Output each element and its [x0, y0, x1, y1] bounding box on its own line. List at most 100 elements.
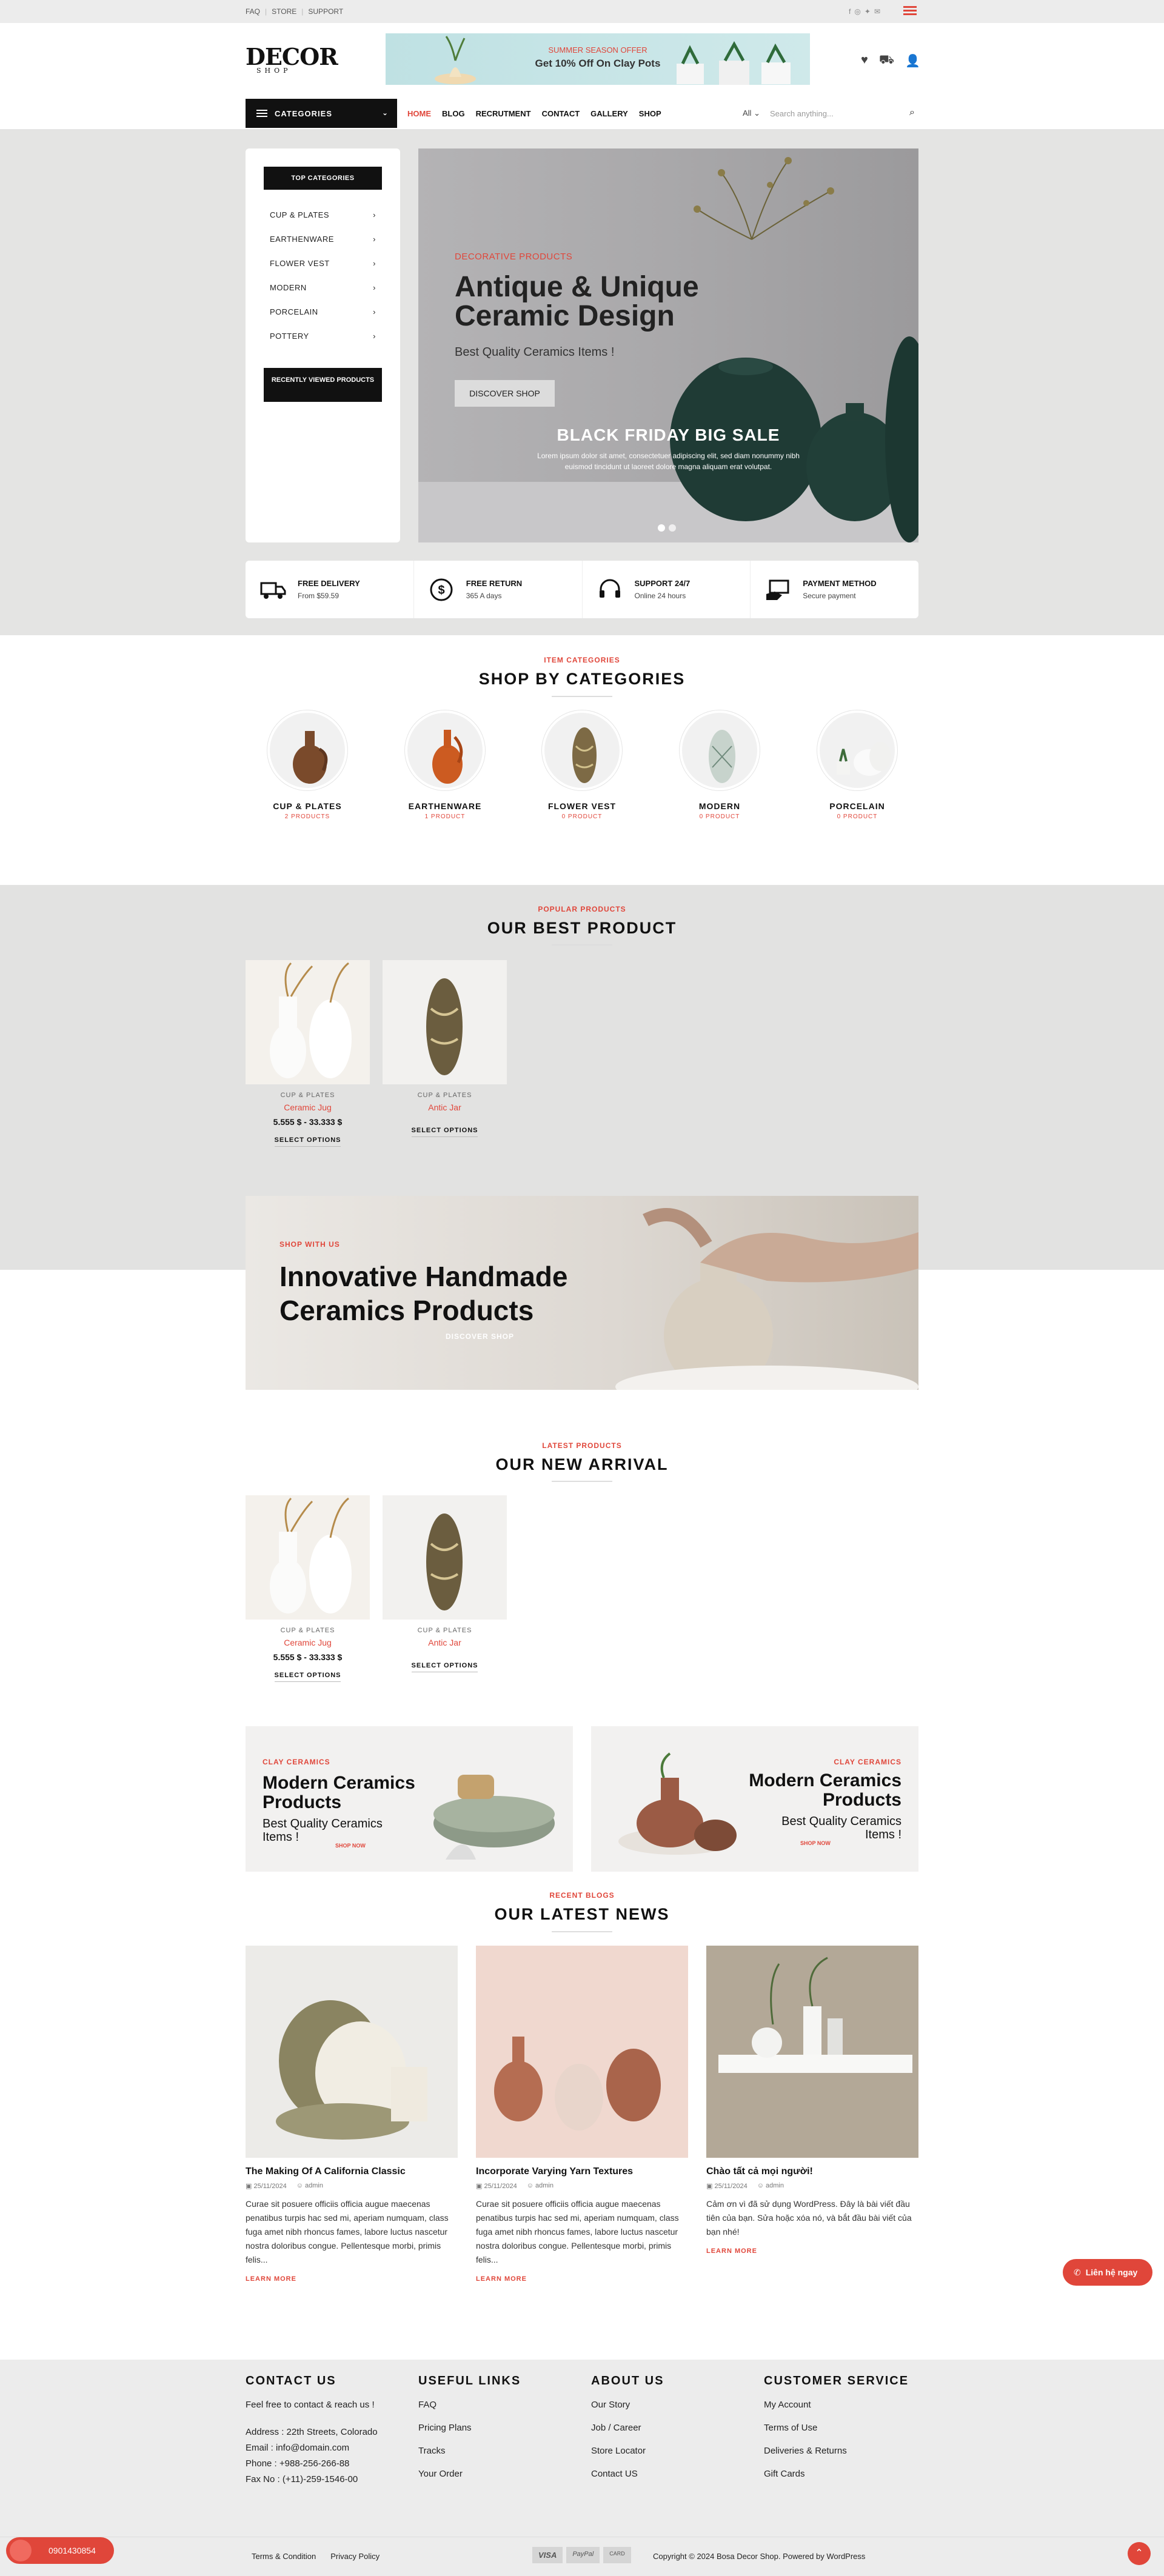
top-links: FAQ | STORE | SUPPORT [246, 7, 344, 16]
shop-now-button[interactable]: SHOP NOW [800, 1840, 831, 1846]
product-card-ceramic-jug[interactable]: CUP & PLATES Ceramic Jug 5.555 $ - 33.33… [246, 960, 370, 1147]
slider-dot-2[interactable] [669, 524, 676, 532]
product-image[interactable] [246, 960, 370, 1084]
footer-link[interactable]: Pricing Plans [418, 2422, 521, 2434]
category-card-modern[interactable]: MODERN 0 PRODUCT [677, 710, 762, 820]
banner-discover-button[interactable]: DISCOVER SHOP [446, 1332, 514, 1341]
footer-link[interactable]: My Account [764, 2399, 909, 2411]
category-card-flower-vest[interactable]: FLOWER VEST 0 PRODUCT [540, 710, 624, 820]
footer-link[interactable]: Store Locator [591, 2445, 664, 2457]
product-card-ceramic-jug[interactable]: CUP & PLATES Ceramic Jug 5.555 $ - 33.33… [246, 1495, 370, 1682]
category-card-porcelain[interactable]: PORCELAIN 0 PRODUCT [815, 710, 900, 820]
mail-icon[interactable]: ✉ [874, 7, 880, 16]
sidebar-item-pottery[interactable]: POTTERY › [270, 330, 376, 355]
search-icon[interactable]: ⌕ [909, 107, 915, 118]
product-card-antic-jar[interactable]: CUP & PLATES Antic Jar SELECT OPTIONS [383, 960, 507, 1137]
news-title[interactable]: The Making Of A California Classic [246, 2166, 458, 2177]
product-image[interactable] [383, 960, 507, 1084]
handmade-banner: SHOP WITH US Innovative Handmade Ceramic… [246, 1196, 918, 1390]
sidebar-item-flower-vest[interactable]: FLOWER VEST › [270, 258, 376, 282]
promo-banner-right[interactable]: CLAY CERAMICS Modern Ceramics Products B… [591, 1726, 918, 1872]
select-options-button[interactable]: SELECT OPTIONS [274, 1136, 341, 1147]
phone-call-button[interactable]: 0901430854 [6, 2537, 114, 2564]
best-title: OUR BEST PRODUCT [487, 919, 677, 937]
sidebar-item-cup-plates[interactable]: CUP & PLATES › [270, 209, 376, 233]
hero-sale-heading: BLACK FRIDAY BIG SALE [557, 425, 780, 444]
product-card-antic-jar[interactable]: CUP & PLATES Antic Jar SELECT OPTIONS [383, 1495, 507, 1672]
footer-bottom: Terms & Condition Privacy Policy VISA Pa… [0, 2537, 1164, 2576]
payment-icons: VISA PayPal CARD [532, 2547, 631, 2563]
top-link-support[interactable]: SUPPORT [308, 7, 343, 16]
categories-dropdown-button[interactable]: CATEGORIES ⌄ [246, 99, 397, 128]
sidebar-item-earthenware[interactable]: EARTHENWARE › [270, 233, 376, 258]
category-card-earthenware[interactable]: EARTHENWARE 1 PRODUCT [403, 710, 487, 820]
news-image[interactable] [246, 1946, 458, 2158]
nav-contact[interactable]: CONTACT [542, 109, 580, 118]
footer-link[interactable]: Contact US [591, 2468, 664, 2480]
footer-link[interactable]: FAQ [418, 2399, 521, 2411]
contact-now-button[interactable]: ✆ Liên hệ ngay [1063, 2259, 1152, 2286]
news-title[interactable]: Incorporate Varying Yarn Textures [476, 2166, 688, 2177]
top-link-store[interactable]: STORE [272, 7, 296, 16]
product-image[interactable] [246, 1495, 370, 1620]
instagram-icon[interactable]: ◎ [854, 7, 860, 16]
terms-link[interactable]: Terms & Condition [252, 2552, 316, 2561]
slider-dot-1[interactable] [658, 524, 665, 532]
shop-now-button[interactable]: SHOP NOW [335, 1843, 366, 1849]
footer-link[interactable]: Terms of Use [764, 2422, 909, 2434]
product-image[interactable] [383, 1495, 507, 1620]
footer-link[interactable]: Our Story [591, 2399, 664, 2411]
payment-icon [766, 579, 789, 600]
news-title[interactable]: Chào tất cả mọi người! [706, 2166, 918, 2177]
site-logo[interactable]: DECOR SHOP [246, 45, 338, 75]
learn-more-link[interactable]: LEARN MORE [476, 2275, 688, 2283]
facebook-icon[interactable]: f [849, 7, 851, 16]
header-promo-banner[interactable]: SUMMER SEASON OFFER Get 10% Off On Clay … [386, 33, 810, 85]
wishlist-heart-icon[interactable]: ♥ [861, 53, 868, 68]
phone-icon [10, 2540, 32, 2561]
categories-title: SHOP BY CATEGORIES [478, 670, 686, 688]
account-user-icon[interactable]: 👤 [905, 53, 920, 68]
visa-icon: VISA [532, 2547, 563, 2563]
twitter-icon[interactable]: ✦ [865, 7, 871, 16]
footer-link[interactable]: Gift Cards [764, 2468, 909, 2480]
news-image[interactable] [706, 1946, 918, 2158]
banner-title: Innovative Handmade Ceramics Products [279, 1261, 568, 1326]
sidebar-item-porcelain[interactable]: PORCELAIN › [270, 306, 376, 330]
categories-subtitle: ITEM CATEGORIES [544, 656, 620, 664]
select-options-button[interactable]: SELECT OPTIONS [411, 1127, 478, 1137]
nav-gallery[interactable]: GALLERY [590, 109, 628, 118]
top-link-faq[interactable]: FAQ [246, 7, 260, 16]
news-excerpt: Curae sit posuere officiis officia augue… [246, 2199, 449, 2264]
hero-slider: DECORATIVE PRODUCTS Antique & Unique Cer… [418, 148, 918, 542]
footer-link[interactable]: Deliveries & Returns [764, 2445, 909, 2457]
nav-shop[interactable]: SHOP [639, 109, 661, 118]
nav-blog[interactable]: BLOG [442, 109, 465, 118]
recently-viewed-button[interactable]: RECENTLY VIEWED PRODUCTS [264, 368, 382, 402]
header-icons: ♥ ⛟ 👤 [861, 53, 920, 68]
learn-more-link[interactable]: LEARN MORE [706, 2247, 918, 2255]
hamburger-menu-icon[interactable] [903, 6, 917, 16]
section-divider [552, 944, 612, 946]
footer-link[interactable]: Job / Career [591, 2422, 664, 2434]
footer-link[interactable]: Tracks [418, 2445, 521, 2457]
nav-recruitment[interactable]: RECRUTMENT [476, 109, 531, 118]
category-card-cup-plates[interactable]: CUP & PLATES 2 PRODUCTS [265, 710, 350, 820]
news-excerpt: Curae sit posuere officiis officia augue… [476, 2199, 679, 2264]
nav-home[interactable]: HOME [407, 109, 431, 118]
chevron-right-icon: › [373, 259, 376, 268]
search-scope-select[interactable]: All ⌄ [743, 108, 760, 118]
learn-more-link[interactable]: LEARN MORE [246, 2275, 458, 2283]
sidebar-item-modern[interactable]: MODERN › [270, 282, 376, 306]
privacy-link[interactable]: Privacy Policy [330, 2552, 380, 2561]
back-to-top-icon[interactable]: ⌃ [1128, 2542, 1151, 2565]
footer-link[interactable]: Your Order [418, 2468, 521, 2480]
discover-shop-button[interactable]: DISCOVER SHOP [455, 380, 555, 407]
chevron-right-icon: › [373, 307, 376, 316]
news-image[interactable] [476, 1946, 688, 2158]
select-options-button[interactable]: SELECT OPTIONS [274, 1672, 341, 1682]
cart-basket-icon[interactable]: ⛟ [879, 53, 894, 68]
search-input[interactable]: Search anything... [770, 109, 834, 118]
promo-banner-left[interactable]: CLAY CERAMICS Modern Ceramics Products B… [246, 1726, 573, 1872]
select-options-button[interactable]: SELECT OPTIONS [411, 1662, 478, 1672]
